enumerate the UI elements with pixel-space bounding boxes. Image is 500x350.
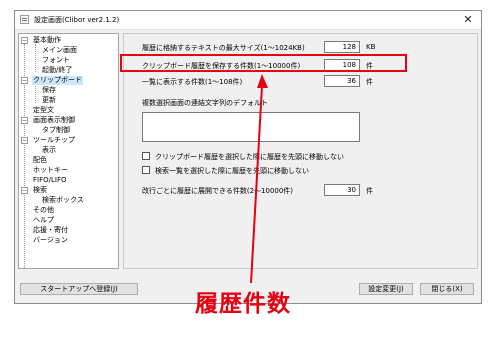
annotation-caption: 履歴件数 [195,291,291,317]
arrow-head [257,74,268,88]
arrow-shaft [250,85,263,284]
